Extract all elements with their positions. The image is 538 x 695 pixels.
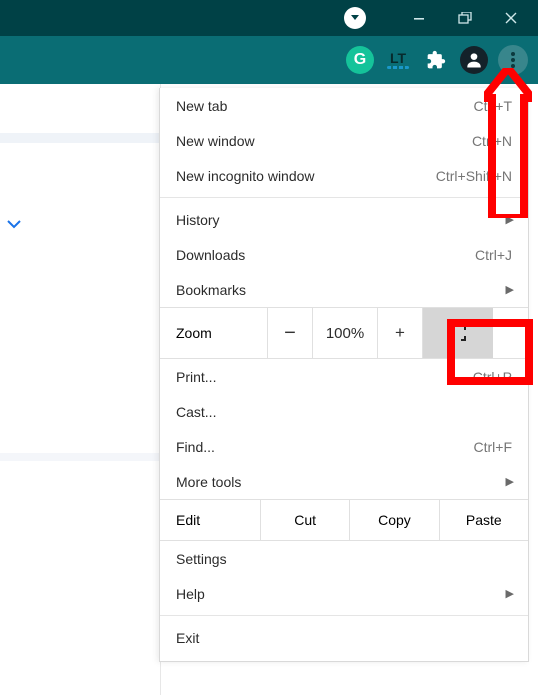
menu-item-label: Downloads: [176, 247, 475, 263]
annotation-arrow-icon: [484, 68, 532, 218]
menu-item-shortcut: Ctrl+F: [474, 439, 513, 455]
annotation-highlight-box: [447, 319, 533, 385]
menu-item-downloads[interactable]: Downloads Ctrl+J: [160, 237, 528, 272]
languagetool-extension-icon[interactable]: LT: [384, 46, 412, 74]
menu-item-label: New incognito window: [176, 168, 436, 184]
extensions-icon[interactable]: [422, 46, 450, 74]
close-button[interactable]: [488, 0, 534, 36]
menu-item-label: Print...: [176, 369, 473, 385]
menu-item-new-tab[interactable]: New tab Ctrl+T: [160, 88, 528, 123]
menu-item-label: More tools: [176, 474, 506, 490]
menu-item-help[interactable]: Help ▶: [160, 576, 528, 611]
page-chevron-icon: [6, 216, 22, 232]
copy-button[interactable]: Copy: [349, 500, 438, 540]
zoom-in-button[interactable]: +: [377, 308, 422, 358]
submenu-arrow-icon: ▶: [506, 587, 514, 600]
edit-label: Edit: [160, 500, 260, 540]
menu-item-shortcut: Ctrl+J: [475, 247, 512, 263]
menu-item-label: New window: [176, 133, 472, 149]
browser-toolbar: G LT: [0, 36, 538, 84]
zoom-out-button[interactable]: −: [267, 308, 312, 358]
menu-item-settings[interactable]: Settings: [160, 541, 528, 576]
menu-item-cast[interactable]: Cast...: [160, 394, 528, 429]
menu-item-new-window[interactable]: New window Ctrl+N: [160, 123, 528, 158]
menu-edit-row: Edit Cut Copy Paste: [160, 499, 528, 541]
page-background-stripe: [0, 453, 160, 461]
menu-item-label: Settings: [176, 551, 512, 567]
menu-item-history[interactable]: History ▶: [160, 202, 528, 237]
menu-item-label: Cast...: [176, 404, 512, 420]
menu-item-label: Exit: [176, 630, 512, 646]
menu-divider: [160, 197, 528, 198]
minimize-button[interactable]: [396, 0, 442, 36]
zoom-value: 100%: [312, 308, 377, 358]
cut-button[interactable]: Cut: [260, 500, 349, 540]
menu-item-label: Find...: [176, 439, 474, 455]
grammarly-extension-icon[interactable]: G: [346, 46, 374, 74]
menu-item-label: Help: [176, 586, 506, 602]
page-background-stripe: [0, 133, 160, 143]
menu-item-find[interactable]: Find... Ctrl+F: [160, 429, 528, 464]
window-titlebar: [0, 0, 538, 36]
menu-item-label: Bookmarks: [176, 282, 506, 298]
menu-item-label: New tab: [176, 98, 474, 114]
paste-button[interactable]: Paste: [439, 500, 528, 540]
submenu-arrow-icon: ▶: [506, 475, 514, 488]
maximize-button[interactable]: [442, 0, 488, 36]
menu-item-more-tools[interactable]: More tools ▶: [160, 464, 528, 499]
page-background: [0, 84, 161, 695]
menu-item-exit[interactable]: Exit: [160, 620, 528, 655]
zoom-label: Zoom: [160, 325, 267, 341]
menu-item-bookmarks[interactable]: Bookmarks ▶: [160, 272, 528, 307]
submenu-arrow-icon: ▶: [506, 283, 514, 296]
title-dropdown-button[interactable]: [344, 7, 366, 29]
menu-item-label: History: [176, 212, 506, 228]
menu-item-incognito[interactable]: New incognito window Ctrl+Shift+N: [160, 158, 528, 193]
menu-divider: [160, 615, 528, 616]
